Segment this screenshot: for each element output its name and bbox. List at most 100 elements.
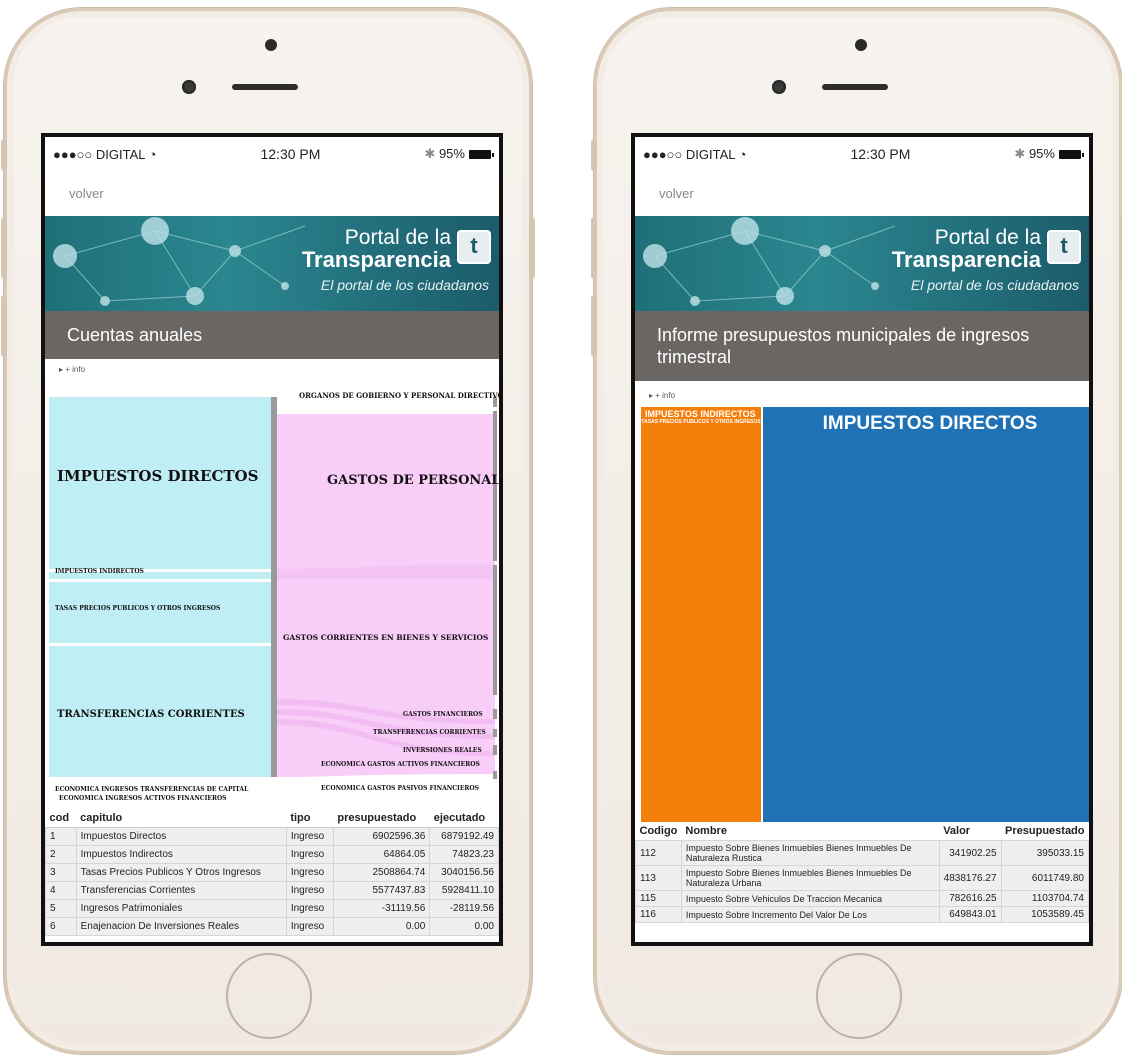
table-row[interactable]: 4 Transferencias Corrientes Ingreso 5577… — [45, 881, 499, 900]
sankey-label-inversiones: INVERSIONES REALES — [403, 747, 482, 754]
table-row[interactable]: 112 Impuesto Sobre Bienes Inmuebles Bien… — [635, 840, 1089, 866]
table-row[interactable]: 3 Tasas Precios Publicos Y Otros Ingreso… — [45, 863, 499, 882]
home-button[interactable] — [816, 953, 902, 1039]
portal-title-line2: Transparencia — [891, 247, 1041, 272]
capitulos-table: cod capitulo tipo presupuestado ejecutad… — [45, 809, 499, 936]
cell-presupuestado: 5577437.83 — [332, 881, 431, 900]
table-header-row: Codigo Nombre Valor Presupuestado — [636, 822, 1089, 841]
col-capitulo[interactable]: capitulo — [76, 809, 287, 828]
back-link[interactable]: volver — [635, 171, 1089, 216]
table-row[interactable]: 5 Ingresos Patrimoniales Ingreso -31119.… — [45, 899, 499, 918]
table-row[interactable]: 1 Impuestos Directos Ingreso 6902596.36 … — [45, 827, 499, 846]
cell-valor: 782616.25 — [938, 890, 1002, 907]
col-codigo[interactable]: Codigo — [636, 822, 682, 841]
cell-tipo: Ingreso — [285, 845, 334, 864]
portal-tagline: El portal de los ciudadanos — [320, 277, 489, 293]
battery-status: ✱ 95% — [1014, 146, 1084, 162]
cell-valor: 649843.01 — [938, 906, 1002, 923]
volume-up-button — [591, 217, 597, 279]
portal-banner: Portal de la Transparencia El portal de … — [45, 216, 499, 311]
col-cod[interactable]: cod — [45, 809, 77, 828]
bluetooth-icon: ✱ — [1014, 146, 1026, 161]
cell-capitulo: Impuestos Directos — [75, 827, 287, 846]
col-nombre[interactable]: Nombre — [681, 822, 939, 841]
cell-ejecutado: 0.00 — [429, 917, 499, 936]
portal-title-line2: Transparencia — [301, 247, 451, 272]
sankey-label-gastos-personal: GASTOS DE PERSONAL — [327, 473, 501, 488]
mute-switch — [1, 139, 7, 171]
sankey-label-eco-gastos-activos: ECONOMICA GASTOS ACTIVOS FINANCIEROS — [321, 761, 480, 768]
table-row[interactable]: 6 Enajenacion De Inversiones Reales Ingr… — [45, 917, 499, 936]
cell-capitulo: Transferencias Corrientes — [75, 881, 287, 900]
sankey-label-impuestos-indirectos: IMPUESTOS INDIRECTOS — [55, 568, 144, 575]
col-presupuestado[interactable]: Presupuestado — [1001, 822, 1088, 841]
col-presupuestado[interactable]: presupuestado — [333, 809, 430, 828]
back-link[interactable]: volver — [45, 171, 499, 216]
cell-presupuestado: 395033.15 — [1000, 840, 1089, 866]
sankey-node-gastos-financieros — [493, 709, 497, 719]
sankey-diagram: ORGANOS DE GOBIERNO Y PERSONAL DIRECTIVO… — [45, 379, 499, 809]
cell-valor: 341902.25 — [938, 840, 1002, 866]
cell-presupuestado: 6011749.80 — [1000, 865, 1089, 891]
sankey-label-transferencias-corrientes: TRANSFERENCIAS CORRIENTES — [57, 709, 245, 720]
battery-icon — [1058, 150, 1084, 160]
cell-nombre: Impuesto Sobre Incremento Del Valor De L… — [680, 906, 940, 923]
cell-tipo: Ingreso — [285, 827, 334, 846]
sankey-label-eco-transf-capital: ECONOMICA INGRESOS TRANSFERENCIAS DE CAP… — [55, 786, 249, 793]
cell-presupuestado: 0.00 — [332, 917, 431, 936]
volume-up-button — [1, 217, 7, 279]
sankey-divider — [49, 643, 271, 646]
carrier-label: ●●●○○ DIGITAL ◔ — [53, 146, 157, 162]
table-row[interactable]: 2 Impuestos Indirectos Ingreso 64864.05 … — [45, 845, 499, 864]
info-toggle[interactable]: ▸ + info — [635, 381, 1089, 407]
volume-down-button — [591, 295, 597, 357]
treemap-label-small: IMPUESTOS INDIRECTOS — [645, 409, 756, 419]
front-camera-icon — [772, 80, 786, 94]
sankey-node-pasivos — [493, 771, 497, 779]
phone-frame-right: ●●●○○ DIGITAL ◔ 12:30 PM ✱ 95% volver Po… — [591, 8, 1122, 1054]
sankey-label-tasas: TASAS PRECIOS PUBLICOS Y OTROS INGRESOS — [55, 605, 221, 612]
table-row[interactable]: 115 Impuesto Sobre Vehiculos De Traccion… — [635, 890, 1089, 907]
cell-ejecutado: 3040156.56 — [429, 863, 499, 882]
proximity-sensor — [855, 39, 867, 51]
cell-codigo: 115 — [635, 890, 682, 907]
cell-codigo: 113 — [635, 865, 682, 891]
cell-capitulo: Tasas Precios Publicos Y Otros Ingresos — [75, 863, 287, 882]
col-ejecutado[interactable]: ejecutado — [429, 809, 499, 828]
cell-cod: 2 — [45, 845, 77, 864]
cell-tipo: Ingreso — [285, 917, 334, 936]
treemap-label-big: IMPUESTOS DIRECTOS — [822, 413, 1038, 434]
mute-switch — [591, 139, 597, 171]
portal-banner: Portal de la Transparencia El portal de … — [635, 216, 1089, 311]
earpiece-speaker — [822, 84, 888, 90]
treemap-cell-impuestos-indirectos[interactable]: IMPUESTOS INDIRECTOS TASAS PRECIOS PUBLI… — [641, 407, 761, 822]
sankey-node-gastos-corrientes — [493, 565, 497, 695]
proximity-sensor — [265, 39, 277, 51]
cell-presupuestado: 2508864.74 — [332, 863, 431, 882]
col-valor[interactable]: Valor — [939, 822, 1001, 841]
cell-nombre: Impuesto Sobre Bienes Inmuebles Bienes I… — [680, 865, 940, 891]
cell-tipo: Ingreso — [285, 863, 334, 882]
phone-frame-left: ●●●○○ DIGITAL ◔ 12:30 PM ✱ 95% volver Po… — [1, 8, 535, 1054]
info-toggle[interactable]: ▸ + info — [45, 359, 499, 379]
portal-tagline: El portal de los ciudadanos — [910, 277, 1079, 293]
table-row[interactable]: 113 Impuesto Sobre Bienes Inmuebles Bien… — [635, 865, 1089, 891]
cell-capitulo: Enajenacion De Inversiones Reales — [75, 917, 287, 936]
status-bar: ●●●○○ DIGITAL ◔ 12:30 PM ✱ 95% — [635, 137, 1089, 171]
treemap-cell-impuestos-directos[interactable]: IMPUESTOS DIRECTOS — [763, 407, 1089, 822]
cell-presupuestado: 64864.05 — [332, 845, 431, 864]
sankey-svg — [49, 397, 497, 779]
sankey-divider — [49, 579, 271, 582]
cell-ejecutado: 74823.23 — [429, 845, 499, 864]
home-button[interactable] — [226, 953, 312, 1039]
sankey-label-gastos-corrientes: GASTOS CORRIENTES EN BIENES Y SERVICIOS — [283, 633, 489, 642]
col-tipo[interactable]: tipo — [286, 809, 334, 828]
screen-left: ●●●○○ DIGITAL ◔ 12:30 PM ✱ 95% volver Po… — [41, 133, 503, 946]
sankey-label-eco-activos: ECONOMICA INGRESOS ACTIVOS FINANCIEROS — [59, 795, 227, 802]
ingresos-table: Codigo Nombre Valor Presupuestado 112 Im… — [635, 822, 1089, 923]
volume-down-button — [1, 295, 7, 357]
wifi-icon: ◔ — [148, 146, 157, 162]
cell-presupuestado: -31119.56 — [332, 899, 431, 918]
treemap-label-sub: TASAS PRECIOS PUBLICOS Y OTROS INGRESOS — [641, 419, 761, 425]
table-row[interactable]: 116 Impuesto Sobre Incremento Del Valor … — [635, 906, 1089, 923]
